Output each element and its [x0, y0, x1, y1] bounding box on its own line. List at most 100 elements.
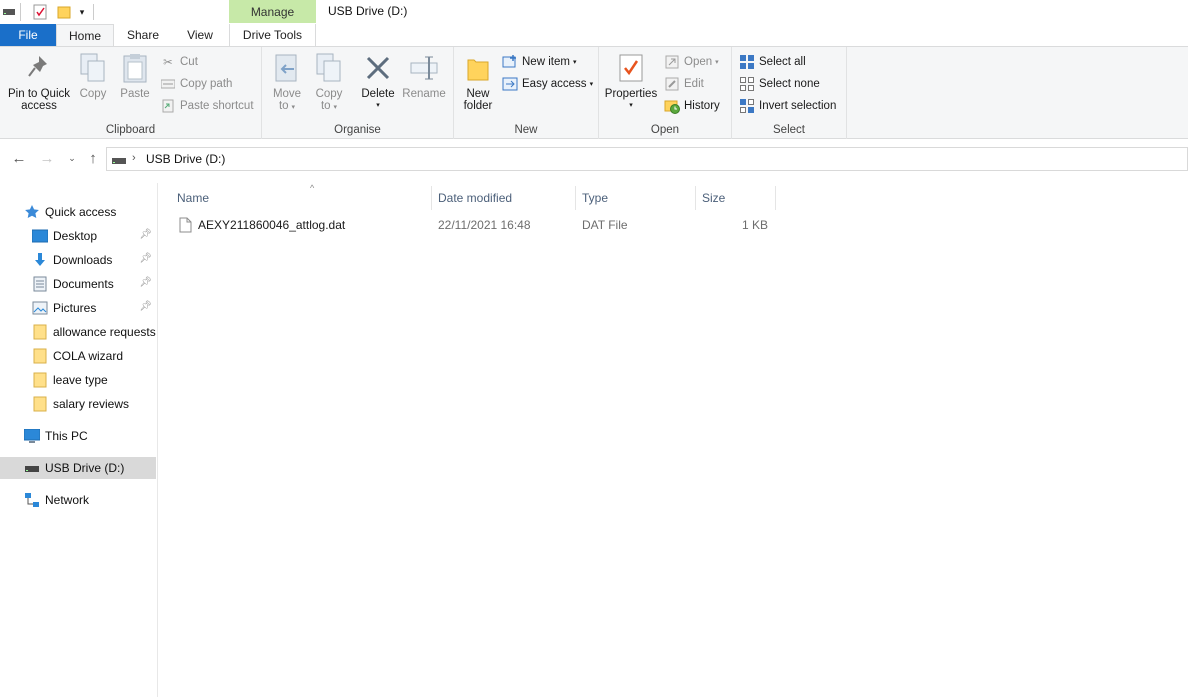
open-label: Open: [684, 56, 713, 68]
rename-label: Rename: [402, 88, 446, 100]
file-icon: [179, 217, 192, 236]
customize-qat-icon[interactable]: ▾: [76, 3, 88, 21]
delete-x-icon: [362, 52, 394, 84]
organise-group: Move to ▾ Copy to ▾ Delete ▾ Rename Orga…: [262, 47, 454, 139]
pin-icon[interactable]: 📌︎: [139, 277, 152, 288]
paste-shortcut-button[interactable]: Paste shortcut: [160, 96, 254, 116]
star-icon: [24, 204, 40, 220]
copy-button[interactable]: Copy: [76, 52, 110, 100]
file-date-modified: 22/11/2021 16:48: [438, 218, 531, 232]
invert-selection-button[interactable]: Invert selection: [739, 96, 836, 116]
file-name: AEXY211860046_attlog.dat: [198, 218, 346, 232]
drive-icon[interactable]: [2, 3, 16, 21]
file-type: DAT File: [582, 218, 628, 232]
chevron-down-icon: ▾: [572, 59, 577, 66]
nav-item-downloads[interactable]: Downloads 📌︎: [0, 249, 156, 271]
up-arrow-icon[interactable]: ↑: [84, 149, 102, 167]
copy-to-button[interactable]: Copy to ▾: [312, 52, 346, 114]
tab-share[interactable]: Share: [118, 24, 168, 46]
tab-home[interactable]: Home: [56, 24, 114, 47]
folder-icon: [32, 372, 48, 388]
nav-quick-access[interactable]: Quick access: [0, 201, 156, 223]
file-size: 1 KB: [741, 218, 768, 232]
scissors-icon: ✂: [163, 57, 173, 69]
nav-item-salary-reviews[interactable]: salary reviews: [0, 393, 156, 415]
breadcrumb-separator-icon[interactable]: ›: [132, 152, 136, 164]
nav-item-cola-wizard[interactable]: COLA wizard: [0, 345, 156, 367]
file-list: ^ Name Date modified Type Size AEXY21186…: [159, 183, 1188, 697]
title-bar: ▾ Manage USB Drive (D:): [0, 0, 1188, 24]
chevron-down-icon: ▾: [629, 102, 633, 109]
pin-to-quick-access-button[interactable]: Pin to Quick access: [6, 52, 72, 112]
cut-button[interactable]: ✂ Cut: [160, 52, 198, 72]
nav-item-allowance-requests[interactable]: allowance requests: [0, 321, 156, 343]
select-all-button[interactable]: Select all: [739, 52, 806, 72]
nav-usb-drive-label: USB Drive (D:): [45, 461, 125, 475]
tab-view[interactable]: View: [176, 24, 224, 46]
properties-button[interactable]: Properties ▾: [603, 52, 659, 112]
nav-item-label: Pictures: [53, 301, 97, 315]
nav-item-label: Desktop: [53, 229, 98, 243]
manage-context-tab[interactable]: Manage: [229, 0, 316, 23]
file-row[interactable]: AEXY211860046_attlog.dat 22/11/2021 16:4…: [174, 214, 776, 236]
paste-button[interactable]: Paste: [118, 52, 152, 100]
nav-item-pictures[interactable]: Pictures 📌︎: [0, 297, 156, 319]
nav-network[interactable]: Network: [0, 489, 156, 511]
tab-file[interactable]: File: [0, 24, 56, 46]
column-header-date-modified[interactable]: Date modified: [432, 186, 576, 210]
forward-arrow-icon[interactable]: →: [38, 149, 56, 167]
nav-this-pc[interactable]: This PC: [0, 425, 156, 447]
history-label: History: [684, 100, 720, 112]
edit-button[interactable]: Edit: [664, 74, 704, 94]
nav-item-leave-type[interactable]: leave type: [0, 369, 156, 391]
new-item-button[interactable]: New item ▾: [502, 52, 576, 72]
new-item-label: New item: [522, 56, 570, 68]
tab-drive-tools[interactable]: Drive Tools: [229, 24, 316, 46]
delete-button[interactable]: Delete ▾: [360, 52, 396, 112]
new-group-label: New: [514, 124, 538, 136]
history-button[interactable]: History: [664, 96, 720, 116]
copy-label: Copy: [79, 88, 107, 100]
pin-icon[interactable]: 📌︎: [139, 229, 152, 240]
rename-button[interactable]: Rename: [402, 52, 446, 100]
chevron-down-icon: ▾: [333, 104, 338, 111]
pin-icon[interactable]: 📌︎: [139, 253, 152, 264]
recent-locations-chevron-icon[interactable]: ⌄: [63, 149, 81, 167]
easy-access-label: Easy access: [522, 78, 587, 90]
folder-icon: [32, 348, 48, 364]
window-title: USB Drive (D:): [328, 4, 408, 18]
move-to-button[interactable]: Move to ▾: [270, 52, 304, 114]
download-arrow-icon: [32, 252, 48, 268]
pin-icon[interactable]: 📌︎: [139, 301, 152, 312]
column-header-date-label: Date modified: [438, 191, 513, 205]
move-to-label-line1: Move: [272, 88, 302, 100]
back-arrow-icon[interactable]: ←: [10, 149, 28, 167]
nav-item-documents[interactable]: Documents 📌︎: [0, 273, 156, 295]
copy-to-label-line1: Copy: [315, 88, 343, 100]
column-header-name[interactable]: ^ Name: [171, 183, 432, 210]
easy-access-button[interactable]: Easy access ▾: [502, 74, 593, 94]
new-folder-button[interactable]: New folder: [460, 52, 496, 112]
open-button[interactable]: Open ▾: [664, 52, 719, 72]
paste-label: Paste: [120, 88, 150, 100]
cut-label: Cut: [180, 56, 198, 68]
nav-usb-drive[interactable]: USB Drive (D:): [0, 457, 156, 479]
nav-item-label: leave type: [53, 373, 108, 387]
network-icon: [24, 492, 40, 508]
column-header-type[interactable]: Type: [576, 186, 696, 210]
nav-quick-access-label: Quick access: [45, 205, 117, 219]
select-none-label: Select none: [759, 78, 820, 90]
column-header-size-label: Size: [702, 191, 726, 205]
nav-item-desktop[interactable]: Desktop 📌︎: [0, 225, 156, 247]
address-bar[interactable]: › USB Drive (D:): [106, 147, 1188, 171]
move-to-label-to: to: [278, 100, 289, 112]
column-header-size[interactable]: Size: [696, 186, 776, 210]
new-folder-qat-icon[interactable]: [56, 3, 72, 21]
properties-qat-icon[interactable]: [32, 3, 48, 21]
chevron-down-icon: ▾: [376, 102, 380, 109]
breadcrumb-current[interactable]: USB Drive (D:): [146, 152, 225, 166]
copy-path-button[interactable]: Copy path: [160, 74, 232, 94]
select-none-button[interactable]: Select none: [739, 74, 820, 94]
open-group-label: Open: [650, 124, 680, 136]
organise-group-label: Organise: [334, 124, 381, 136]
